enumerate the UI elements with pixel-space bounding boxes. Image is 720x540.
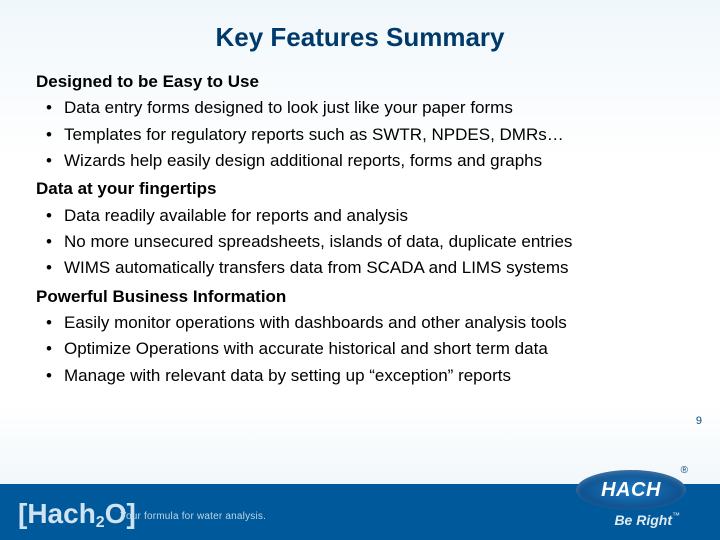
registered-mark: ® [681, 465, 688, 476]
logo-text: HACH [601, 479, 661, 502]
page-number: 9 [696, 415, 702, 427]
section-heading-0: Designed to be Easy to Use [36, 69, 684, 95]
list-item: Manage with relevant data by setting up … [36, 363, 684, 389]
footer-tagline: Your formula for water analysis. [120, 511, 266, 522]
list-item: Wizards help easily design additional re… [36, 148, 684, 174]
list-item: Data readily available for reports and a… [36, 203, 684, 229]
section-heading-1: Data at your fingertips [36, 176, 684, 202]
list-item: WIMS automatically transfers data from S… [36, 255, 684, 281]
trademark: ™ [672, 511, 680, 520]
logo-wrap: ® HACH Be Right ™ [550, 466, 700, 536]
hach-logo: HACH [576, 470, 686, 510]
brand-left-prefix: [Hach [18, 498, 96, 530]
content-body: Designed to be Easy to Use Data entry fo… [0, 59, 720, 389]
slogan: Be Right [614, 512, 672, 528]
bullet-list: Data readily available for reports and a… [36, 203, 684, 282]
brand-left-sub: 2 [96, 514, 105, 532]
brand-left-logo: [Hach 2 O] [18, 498, 136, 530]
slide: Key Features Summary Designed to be Easy… [0, 0, 720, 540]
bullet-list: Easily monitor operations with dashboard… [36, 310, 684, 389]
footer: [Hach 2 O] Your formula for water analys… [0, 464, 720, 540]
page-title: Key Features Summary [0, 0, 720, 59]
list-item: Data entry forms designed to look just l… [36, 95, 684, 121]
list-item: No more unsecured spreadsheets, islands … [36, 229, 684, 255]
list-item: Easily monitor operations with dashboard… [36, 310, 684, 336]
list-item: Templates for regulatory reports such as… [36, 122, 684, 148]
bullet-list: Data entry forms designed to look just l… [36, 95, 684, 174]
list-item: Optimize Operations with accurate histor… [36, 336, 684, 362]
section-heading-2: Powerful Business Information [36, 284, 684, 310]
